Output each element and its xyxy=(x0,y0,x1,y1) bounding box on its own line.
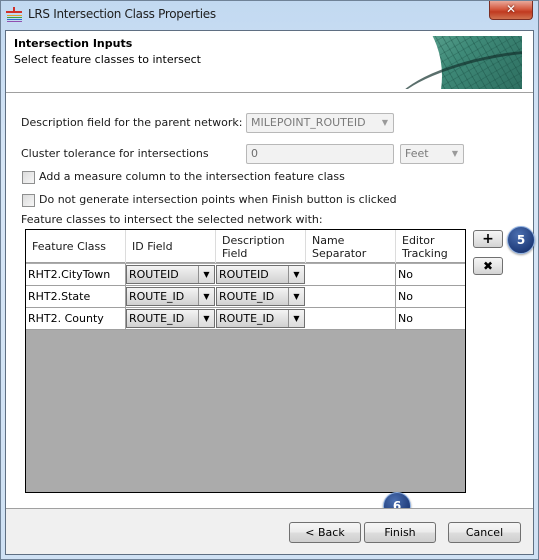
feature-class-grid: Feature Class ID Field Description Field … xyxy=(25,229,466,493)
column-header-id-field[interactable]: ID Field xyxy=(126,230,216,263)
cluster-tolerance-label: Cluster tolerance for intersections xyxy=(21,147,209,160)
dialog-client: Intersection Inputs Select feature class… xyxy=(5,30,535,555)
description-field-combo[interactable]: ROUTE_ID ▼ xyxy=(216,309,305,328)
chevron-down-icon: ▼ xyxy=(381,118,388,127)
description-field-combo[interactable]: ROUTE_ID ▼ xyxy=(216,287,305,306)
description-field-value: ROUTE_ID xyxy=(219,290,275,303)
grid-label: Feature classes to intersect the selecte… xyxy=(21,213,323,226)
column-header-text: Feature Class xyxy=(32,240,107,253)
dropdown-arrow-icon[interactable]: ▼ xyxy=(288,266,304,283)
dropdown-arrow-icon[interactable]: ▼ xyxy=(198,288,214,305)
editor-tracking-cell[interactable]: No xyxy=(396,264,465,285)
feature-class-cell[interactable]: RHT2.CityTown xyxy=(26,264,126,285)
table-row[interactable]: RHT2.CityTown ROUTEID ▼ ROUTEID ▼ No xyxy=(26,264,465,286)
no-generate-label: Do not generate intersection points when… xyxy=(39,193,397,206)
back-button[interactable]: < Back xyxy=(289,522,361,543)
dropdown-arrow-icon[interactable]: ▼ xyxy=(198,266,214,283)
name-separator-cell[interactable] xyxy=(306,308,396,329)
id-field-value: ROUTEID xyxy=(129,268,179,281)
title-bar: LRS Intersection Class Properties ✕ xyxy=(1,1,538,29)
dropdown-arrow-icon[interactable]: ▼ xyxy=(288,310,304,327)
table-row[interactable]: RHT2.State ROUTE_ID ▼ ROUTE_ID ▼ No xyxy=(26,286,465,308)
id-field-combo[interactable]: ROUTE_ID ▼ xyxy=(126,287,215,306)
column-header-line: Editor xyxy=(402,233,435,247)
column-header-feature-class[interactable]: Feature Class xyxy=(26,230,126,263)
feature-class-cell[interactable]: RHT2. County xyxy=(26,308,126,329)
feature-class-cell[interactable]: RHT2.State xyxy=(26,286,126,307)
column-header-line: Separator xyxy=(312,246,367,260)
remove-row-button[interactable]: ✖ xyxy=(473,257,503,275)
dropdown-arrow-icon[interactable]: ▼ xyxy=(198,310,214,327)
name-separator-cell[interactable] xyxy=(306,264,396,285)
description-field-value: MILEPOINT_ROUTEID xyxy=(251,116,366,129)
column-header-line: Name xyxy=(312,233,345,247)
column-header-text: Name Separator xyxy=(312,234,366,260)
dialog-window: LRS Intersection Class Properties ✕ Inte… xyxy=(0,0,539,560)
dropdown-arrow-icon[interactable]: ▼ xyxy=(288,288,304,305)
wizard-header: Intersection Inputs Select feature class… xyxy=(6,31,533,93)
map-banner-image xyxy=(382,36,522,89)
add-measure-checkbox[interactable] xyxy=(22,171,35,184)
close-button[interactable]: ✕ xyxy=(489,1,533,20)
editor-tracking-cell[interactable]: No xyxy=(396,308,465,329)
page-title: Intersection Inputs xyxy=(14,37,133,50)
cancel-button[interactable]: Cancel xyxy=(448,522,521,543)
id-field-combo[interactable]: ROUTEID ▼ xyxy=(126,265,215,284)
window-title: LRS Intersection Class Properties xyxy=(28,7,216,21)
step-callout-5: 5 xyxy=(507,226,535,254)
id-field-value: ROUTE_ID xyxy=(129,312,185,325)
close-icon: ✕ xyxy=(505,2,517,16)
plus-icon: + xyxy=(482,231,494,247)
column-header-text: Editor Tracking xyxy=(402,234,448,260)
add-row-button[interactable]: + xyxy=(473,230,503,248)
grid-header: Feature Class ID Field Description Field … xyxy=(26,230,465,263)
column-header-text: Description Field xyxy=(222,234,285,260)
id-field-combo[interactable]: ROUTE_ID ▼ xyxy=(126,309,215,328)
description-field-combo[interactable]: MILEPOINT_ROUTEID ▼ xyxy=(246,113,394,133)
description-field-value: ROUTEID xyxy=(219,268,269,281)
column-header-line: Tracking xyxy=(402,246,448,260)
chevron-down-icon: ▼ xyxy=(451,149,458,158)
description-field-value: ROUTE_ID xyxy=(219,312,275,325)
column-header-name-separator[interactable]: Name Separator xyxy=(306,230,396,263)
column-header-description-field[interactable]: Description Field xyxy=(216,230,306,263)
table-row[interactable]: RHT2. County ROUTE_ID ▼ ROUTE_ID ▼ No xyxy=(26,308,465,330)
description-field-label: Description field for the parent network… xyxy=(21,116,243,129)
column-header-line: Field xyxy=(222,246,248,260)
tolerance-units-combo[interactable]: Feet ▼ xyxy=(400,144,464,164)
description-field-combo[interactable]: ROUTEID ▼ xyxy=(216,265,305,284)
column-header-editor-tracking[interactable]: Editor Tracking xyxy=(396,230,465,263)
add-measure-label: Add a measure column to the intersection… xyxy=(39,170,345,183)
tolerance-units-value: Feet xyxy=(405,147,429,160)
wizard-footer: < Back Finish Cancel xyxy=(6,508,533,554)
id-field-value: ROUTE_ID xyxy=(129,290,185,303)
no-generate-checkbox[interactable] xyxy=(22,194,35,207)
cluster-tolerance-value: 0 xyxy=(251,147,258,160)
lrs-app-icon xyxy=(6,7,22,22)
close-icon: ✖ xyxy=(482,259,494,273)
finish-button[interactable]: Finish xyxy=(364,522,436,543)
cluster-tolerance-input[interactable]: 0 xyxy=(246,144,394,164)
name-separator-cell[interactable] xyxy=(306,286,396,307)
column-header-line: Description xyxy=(222,233,285,247)
page-subtitle: Select feature classes to intersect xyxy=(14,53,201,66)
editor-tracking-cell[interactable]: No xyxy=(396,286,465,307)
column-header-text: ID Field xyxy=(132,240,173,253)
